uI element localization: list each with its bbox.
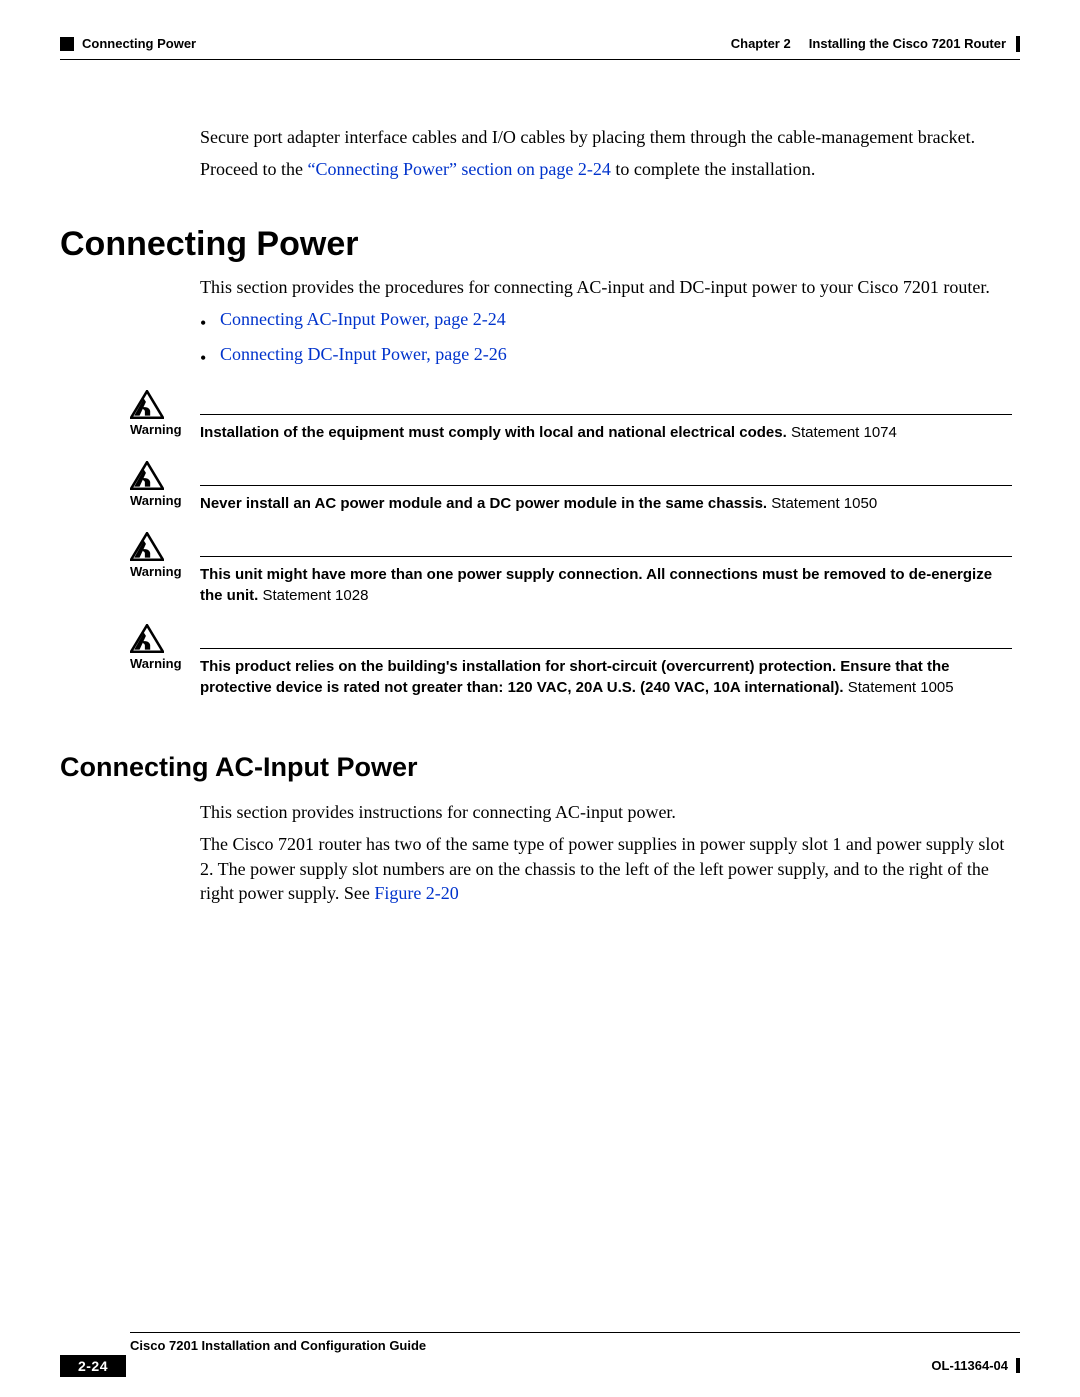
warning-text: This product relies on the building's in… bbox=[200, 648, 1012, 698]
header-vbar-icon bbox=[1016, 36, 1020, 52]
bullet-item: • Connecting DC-Input Power, page 2-26 bbox=[200, 342, 1012, 370]
bullet-dot-icon: • bbox=[200, 342, 206, 370]
ac-p2: The Cisco 7201 router has two of the sam… bbox=[200, 832, 1012, 905]
header-chapter: Chapter 2 Installing the Cisco 7201 Rout… bbox=[731, 36, 1006, 51]
intro-p2-post: to complete the installation. bbox=[611, 159, 815, 179]
warning-label: Warning bbox=[130, 564, 182, 579]
warning-icon bbox=[130, 624, 164, 654]
warning-block: Warning This product relies on the build… bbox=[130, 628, 1012, 698]
warning-rule bbox=[200, 556, 1012, 557]
warning-label: Warning bbox=[130, 656, 182, 671]
warning-bold: Never install an AC power module and a D… bbox=[200, 495, 767, 512]
warning-icon bbox=[130, 390, 164, 420]
warning-block: Warning This unit might have more than o… bbox=[130, 536, 1012, 606]
warning-bold: This product relies on the building's in… bbox=[200, 658, 949, 696]
warning-rule bbox=[200, 485, 1012, 486]
chapter-label: Chapter 2 bbox=[731, 36, 791, 51]
footer-page-number: 2-24 bbox=[60, 1355, 126, 1377]
header-square-icon bbox=[60, 37, 74, 51]
section-intro-block: This section provides the procedures for… bbox=[200, 275, 1012, 376]
ac-section-body: This section provides instructions for c… bbox=[200, 800, 1012, 913]
bullet-list: • Connecting AC-Input Power, page 2-24 •… bbox=[200, 307, 1012, 370]
warning-statement: Statement 1005 bbox=[848, 679, 954, 696]
warning-statement: Statement 1028 bbox=[263, 587, 369, 604]
chapter-title: Installing the Cisco 7201 Router bbox=[809, 36, 1006, 51]
bullet-dot-icon: • bbox=[200, 307, 206, 335]
warnings-container: Warning Installation of the equipment mu… bbox=[130, 394, 1012, 720]
header-section-label: Connecting Power bbox=[82, 36, 196, 51]
warning-label: Warning bbox=[130, 493, 182, 508]
warning-statement: Statement 1074 bbox=[791, 424, 897, 441]
intro-p1: Secure port adapter interface cables and… bbox=[200, 125, 1012, 149]
intro-block: Secure port adapter interface cables and… bbox=[200, 125, 1012, 190]
footer-vbar-icon bbox=[1016, 1358, 1020, 1373]
warning-text: Never install an AC power module and a D… bbox=[200, 485, 1012, 514]
bullet-item: • Connecting AC-Input Power, page 2-24 bbox=[200, 307, 1012, 335]
footer-guide-title: Cisco 7201 Installation and Configuratio… bbox=[130, 1338, 426, 1353]
warning-text: This unit might have more than one power… bbox=[200, 556, 1012, 606]
footer-rule bbox=[130, 1332, 1020, 1333]
header-left: Connecting Power bbox=[60, 36, 196, 51]
section-intro-text: This section provides the procedures for… bbox=[200, 275, 1012, 299]
ac-p1: This section provides instructions for c… bbox=[200, 800, 1012, 824]
warning-bold: Installation of the equipment must compl… bbox=[200, 424, 787, 441]
header-rule bbox=[60, 59, 1020, 60]
warning-statement: Statement 1050 bbox=[771, 495, 877, 512]
warning-icon bbox=[130, 461, 164, 491]
ac-p2-pre: The Cisco 7201 router has two of the sam… bbox=[200, 834, 1004, 903]
warning-icon bbox=[130, 532, 164, 562]
warning-rule bbox=[200, 414, 1012, 415]
warning-text: Installation of the equipment must compl… bbox=[200, 414, 1012, 443]
page-header: Connecting Power Chapter 2 Installing th… bbox=[60, 36, 1020, 52]
footer-doc-id: OL-11364-04 bbox=[931, 1358, 1008, 1373]
warning-rule bbox=[200, 648, 1012, 649]
heading-connecting-power: Connecting Power bbox=[60, 225, 358, 264]
intro-p2-pre: Proceed to the bbox=[200, 159, 307, 179]
heading-connecting-ac-input-power: Connecting AC-Input Power bbox=[60, 752, 417, 783]
link-figure-2-20[interactable]: Figure 2-20 bbox=[374, 883, 459, 903]
header-right: Chapter 2 Installing the Cisco 7201 Rout… bbox=[731, 36, 1020, 52]
warning-block: Warning Installation of the equipment mu… bbox=[130, 394, 1012, 443]
intro-p2: Proceed to the “Connecting Power” sectio… bbox=[200, 157, 1012, 181]
link-connecting-power-section[interactable]: “Connecting Power” section on page 2-24 bbox=[307, 159, 610, 179]
link-dc-input-power[interactable]: Connecting DC-Input Power, page 2-26 bbox=[220, 342, 507, 370]
link-ac-input-power[interactable]: Connecting AC-Input Power, page 2-24 bbox=[220, 307, 506, 335]
warning-label: Warning bbox=[130, 422, 182, 437]
warning-block: Warning Never install an AC power module… bbox=[130, 465, 1012, 514]
